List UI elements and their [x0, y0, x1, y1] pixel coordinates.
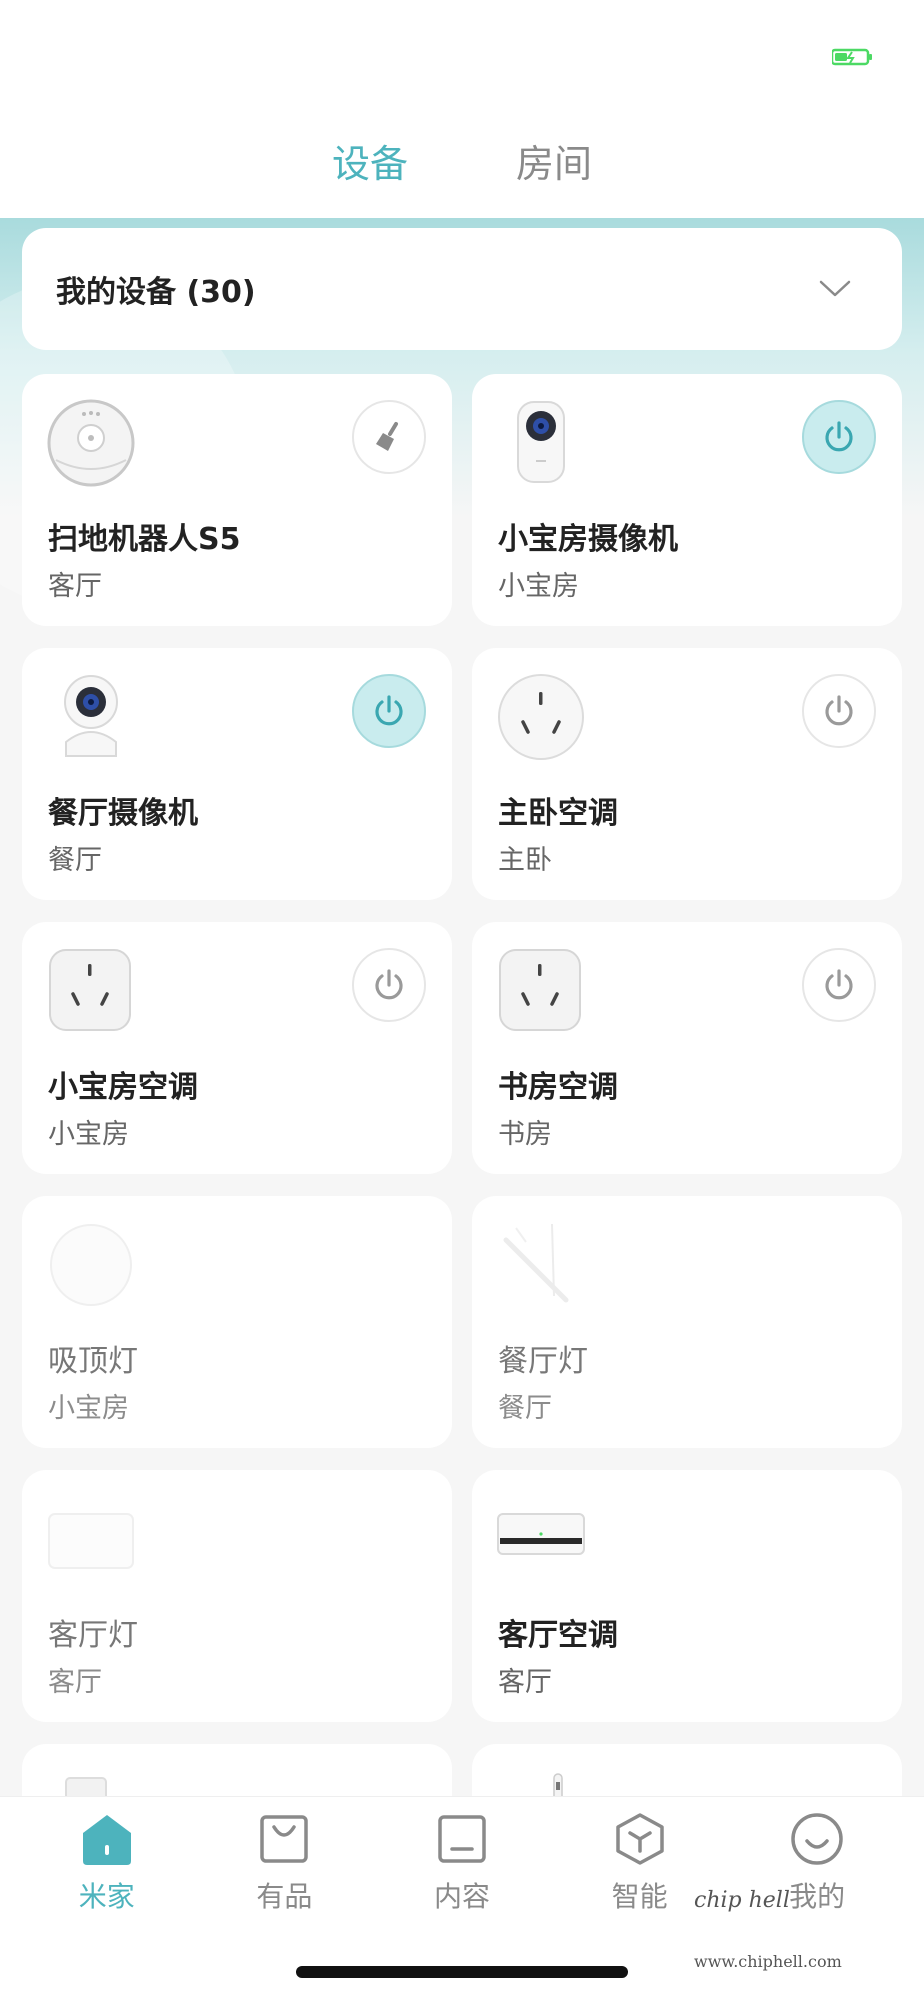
- device-name: 小宝房空调: [48, 1070, 198, 1105]
- robot-vacuum-icon: [47, 399, 135, 487]
- device-name: 书房空调: [498, 1070, 618, 1105]
- nav-label: 有品: [256, 1880, 313, 1913]
- camera-icon: [64, 675, 118, 757]
- device-card[interactable]: 主卧空调 主卧: [472, 648, 902, 900]
- device-room: 小宝房: [48, 1119, 129, 1150]
- device-name: 主卧空调: [498, 796, 618, 831]
- camera-icon: [517, 401, 565, 483]
- nav-item-smart[interactable]: 智能: [570, 1811, 710, 1915]
- power-icon: [825, 695, 853, 726]
- nav-item-youpin[interactable]: 有品: [214, 1811, 354, 1915]
- power-button[interactable]: [802, 400, 876, 474]
- device-filter-dropdown[interactable]: 我的设备 (30): [22, 228, 902, 350]
- chevron-down-icon: [819, 280, 851, 297]
- power-icon: [375, 695, 403, 726]
- device-card[interactable]: 客厅空调 客厅: [472, 1470, 902, 1722]
- device-card[interactable]: 小宝房空调 小宝房: [22, 922, 452, 1174]
- device-room: 客厅: [48, 571, 102, 602]
- device-room: 小宝房: [498, 571, 579, 602]
- nav-label: 内容: [433, 1880, 490, 1913]
- device-room: 书房: [498, 1119, 552, 1150]
- device-name: 吸顶灯: [48, 1344, 138, 1379]
- power-icon: [825, 421, 853, 452]
- device-name: 客厅空调: [498, 1618, 618, 1653]
- app-root: 设备 房间 我的设备 (30) 扫地机器人S5 客厅 小宝房摄像机 小宝房 餐厅…: [0, 0, 924, 2000]
- device-name: 餐厅灯: [498, 1344, 588, 1379]
- smiley-icon: [791, 1813, 843, 1865]
- nav-label: 智能: [611, 1880, 668, 1913]
- ceiling-light-icon: [50, 1224, 132, 1306]
- nav-label: 米家: [78, 1880, 135, 1913]
- device-card[interactable]: 餐厅摄像机 餐厅: [22, 648, 452, 900]
- home-indicator[interactable]: [296, 1966, 628, 1978]
- broom-icon: [376, 422, 398, 451]
- device-filter-label: 我的设备 (30): [56, 275, 256, 310]
- top-tabs: 设备 房间: [0, 110, 924, 218]
- round-socket-icon: [498, 674, 584, 760]
- device-room: 小宝房: [48, 1393, 129, 1424]
- power-button[interactable]: [802, 948, 876, 1022]
- panel-light-icon: [48, 1513, 134, 1569]
- device-card[interactable]: 书房空调 书房: [472, 922, 902, 1174]
- square-socket-icon: [499, 949, 581, 1031]
- watermark-logo: chip hell: [694, 1888, 790, 1913]
- tab-rooms[interactable]: 房间: [516, 133, 592, 196]
- device-room: 客厅: [498, 1667, 552, 1698]
- power-button[interactable]: [352, 674, 426, 748]
- device-card[interactable]: 餐厅灯 餐厅: [472, 1196, 902, 1448]
- device-room: 餐厅: [498, 1393, 552, 1424]
- device-name: 扫地机器人S5: [48, 522, 241, 557]
- device-card[interactable]: 吸顶灯 小宝房: [22, 1196, 452, 1448]
- nav-label: 我的: [789, 1880, 846, 1913]
- device-name: 小宝房摄像机: [498, 522, 678, 557]
- device-card[interactable]: 小宝房摄像机 小宝房: [472, 374, 902, 626]
- device-name: 客厅灯: [48, 1618, 138, 1653]
- power-button[interactable]: [802, 674, 876, 748]
- smart-cube-icon: [615, 1813, 664, 1865]
- power-icon: [825, 969, 853, 1000]
- power-button[interactable]: [352, 948, 426, 1022]
- battery-icon: [832, 48, 872, 66]
- shopping-bag-icon: [260, 1815, 309, 1863]
- air-conditioner-icon: [497, 1513, 585, 1555]
- square-socket-icon: [49, 949, 131, 1031]
- device-grid: 扫地机器人S5 客厅 小宝房摄像机 小宝房 餐厅摄像机 餐厅 主卧空调 主卧 小…: [22, 374, 902, 1996]
- tab-devices[interactable]: 设备: [332, 133, 408, 196]
- device-room: 主卧: [498, 845, 552, 876]
- watermark-url: www.chiphell.com: [694, 1952, 842, 1971]
- device-name: 餐厅摄像机: [48, 796, 198, 831]
- power-icon: [375, 969, 403, 1000]
- device-room: 客厅: [48, 1667, 102, 1698]
- device-room: 餐厅: [48, 845, 102, 876]
- content-icon: [438, 1815, 486, 1863]
- clean-button[interactable]: [352, 400, 426, 474]
- status-bar: [0, 0, 924, 110]
- pendant-light-icon: [503, 1223, 569, 1303]
- nav-item-home[interactable]: 米家: [37, 1811, 177, 1915]
- device-card[interactable]: 客厅灯 客厅: [22, 1470, 452, 1722]
- nav-item-content[interactable]: 内容: [392, 1811, 532, 1915]
- home-icon: [82, 1815, 131, 1865]
- device-card[interactable]: 扫地机器人S5 客厅: [22, 374, 452, 626]
